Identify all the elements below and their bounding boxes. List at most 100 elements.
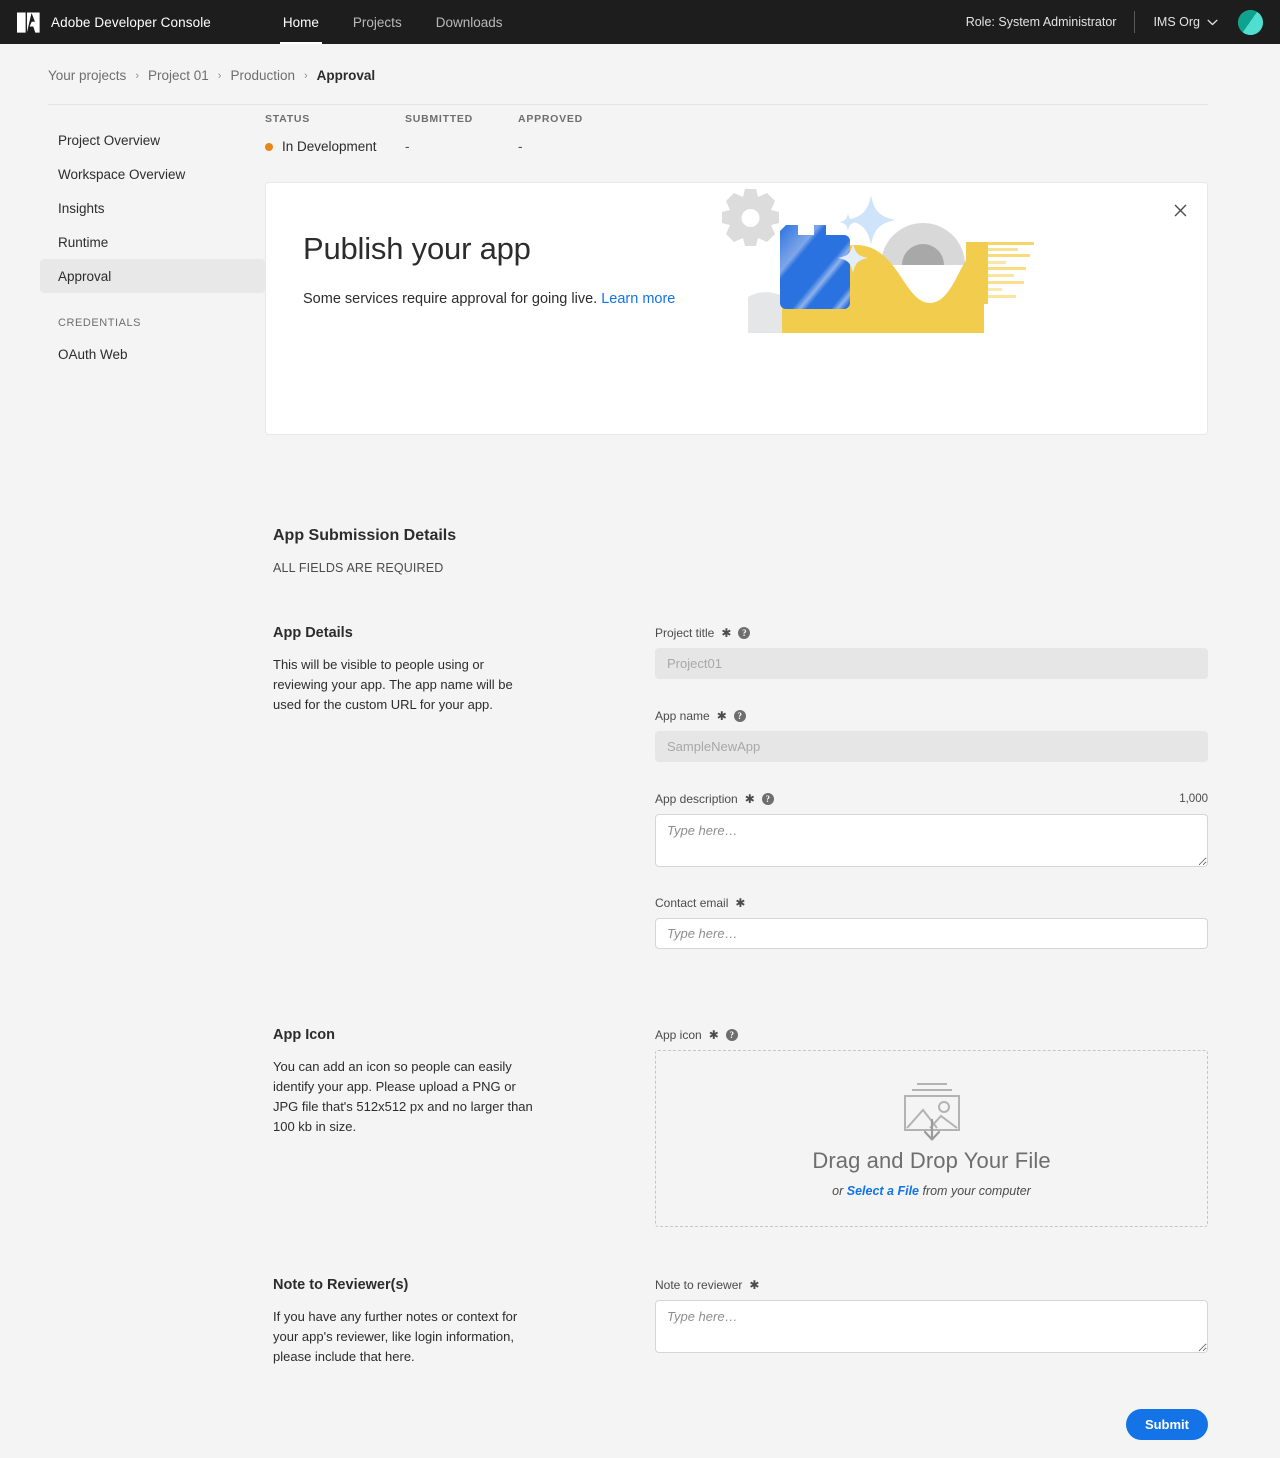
project-title-label-row: Project title ✱ ? [655, 625, 1208, 641]
banner-subtitle-text: Some services require approval for going… [303, 291, 598, 307]
contact-email-label-row: Contact email ✱ [655, 895, 1208, 911]
role-label: Role: System Administrator [965, 15, 1117, 29]
nav-item-projects[interactable]: Projects [336, 0, 419, 44]
avatar[interactable] [1238, 9, 1263, 35]
sidebar-item-approval[interactable]: Approval [40, 259, 265, 293]
help-icon[interactable]: ? [733, 710, 746, 722]
gray-quarter [748, 292, 784, 333]
status-value: In Development [265, 139, 405, 154]
nav-item-home[interactable]: Home [266, 0, 336, 44]
sidebar-item-insights[interactable]: Insights [40, 191, 265, 225]
sidebar-item-workspace-overview[interactable]: Workspace Overview [40, 157, 265, 191]
status-section: STATUS In Development SUBMITTED - APPROV… [265, 105, 1208, 154]
app-details-heading: App Details [273, 625, 353, 641]
status-column-status: STATUS In Development [265, 113, 405, 154]
banner-title: Publish your app [303, 231, 531, 266]
app-name-label: App name [655, 709, 710, 723]
close-icon[interactable] [1165, 195, 1195, 225]
app-name-field: App name ✱ ? [655, 708, 1208, 762]
sidebar: Project Overview Workspace Overview Insi… [0, 105, 265, 1458]
sidebar-item-label: Insights [58, 200, 105, 216]
contact-email-input[interactable] [655, 918, 1208, 949]
status-header-status: STATUS [265, 113, 310, 125]
sidebar-item-label: Runtime [58, 234, 109, 250]
required-fields-note: ALL FIELDS ARE REQUIRED [273, 561, 444, 575]
required-asterisk-icon: ✱ [749, 1278, 760, 1292]
required-asterisk-icon: ✱ [735, 896, 746, 910]
note-to-reviewer-row: Note to Reviewer(s) If you have any furt… [265, 1277, 1208, 1367]
sidebar-item-project-overview[interactable]: Project Overview [40, 123, 265, 157]
breadcrumb-separator: › [217, 69, 222, 82]
select-file-link[interactable]: Select a File [847, 1184, 919, 1198]
app-icon-info: App Icon You can add an icon so people c… [273, 1027, 655, 1227]
project-title-field: Project title ✱ ? [655, 625, 1208, 679]
org-selector[interactable]: IMS Org [1135, 15, 1238, 29]
app-icon-row: App Icon You can add an icon so people c… [265, 1027, 1208, 1227]
blue-block [780, 225, 850, 309]
learn-more-link[interactable]: Learn more [601, 291, 675, 307]
nav-item-home-label: Home [282, 14, 319, 30]
brand-area[interactable]: Adobe Developer Console [0, 0, 211, 44]
breadcrumb-item-approval: Approval [316, 68, 376, 83]
submitted-value: - [405, 139, 410, 154]
nav-item-downloads-label: Downloads [435, 14, 503, 30]
breadcrumb: Your projects › Project 01 › Production … [48, 68, 1208, 105]
app-details-row: App Details This will be visible to peop… [265, 625, 1208, 970]
sidebar-item-label: Project Overview [58, 132, 161, 148]
help-icon[interactable]: ? [761, 793, 774, 805]
app-description-textarea[interactable] [655, 814, 1208, 867]
app-name-input[interactable] [655, 731, 1208, 762]
org-selector-label: IMS Org [1153, 15, 1200, 29]
app-description-label-row: App description ✱ ? 1,000 [655, 791, 1208, 807]
file-dropzone[interactable]: Drag and Drop Your File or Select a File… [655, 1050, 1208, 1227]
note-reviewer-heading: Note to Reviewer(s) [273, 1277, 409, 1293]
main-content: STATUS In Development SUBMITTED - APPROV… [265, 105, 1280, 1458]
page-layout: Project Overview Workspace Overview Insi… [0, 105, 1280, 1458]
breadcrumb-item-production[interactable]: Production [230, 68, 295, 83]
app-icon-description: You can add an icon so people can easily… [273, 1059, 533, 1134]
status-value-label: In Development [282, 139, 377, 154]
submit-row: Submit [265, 1409, 1208, 1458]
help-icon[interactable]: ? [738, 627, 751, 639]
app-description-label: App description [655, 792, 738, 806]
note-reviewer-field-area: Note to reviewer ✱ [655, 1277, 1208, 1367]
project-title-input[interactable] [655, 648, 1208, 679]
sidebar-item-label: Approval [58, 268, 112, 284]
note-reviewer-textarea[interactable] [655, 1300, 1208, 1353]
app-submission-section-header: App Submission Details ALL FIELDS ARE RE… [265, 527, 1208, 575]
note-reviewer-label-row: Note to reviewer ✱ [655, 1277, 1208, 1293]
status-header-approved: APPROVED [518, 113, 583, 125]
app-icon-upload: App icon ✱ ? Drag and Drop Your File or … [655, 1027, 1208, 1227]
chevron-down-icon [1207, 19, 1218, 25]
page-title: App Submission Details [273, 527, 457, 544]
top-navigation-bar: Adobe Developer Console Home Projects Do… [0, 0, 1280, 44]
status-column-submitted: SUBMITTED - [405, 113, 518, 154]
sidebar-section-credentials: CREDENTIALS [58, 317, 142, 329]
publish-illustration [722, 189, 1034, 333]
note-reviewer-label: Note to reviewer [655, 1278, 743, 1292]
sidebar-item-oauth-web[interactable]: OAuth Web [40, 337, 265, 371]
dropzone-subtitle: or Select a File from your computer [832, 1184, 1031, 1198]
app-description-field: App description ✱ ? 1,000 [655, 791, 1208, 867]
sidebar-item-runtime[interactable]: Runtime [40, 225, 265, 259]
nav-item-projects-label: Projects [352, 14, 402, 30]
breadcrumb-item-project-01[interactable]: Project 01 [148, 68, 209, 83]
contact-email-field: Contact email ✱ [655, 895, 1208, 949]
submit-button[interactable]: Submit [1125, 1409, 1208, 1440]
breadcrumb-separator: › [304, 69, 308, 82]
app-details-fields: Project title ✱ ? App name ✱ ? [655, 625, 1208, 970]
app-details-info: App Details This will be visible to peop… [273, 625, 655, 970]
brand-title: Adobe Developer Console [51, 14, 211, 30]
help-icon[interactable]: ? [725, 1029, 738, 1041]
status-header-submitted: SUBMITTED [405, 113, 473, 125]
breadcrumb-separator: › [135, 69, 139, 82]
dropzone-title: Drag and Drop Your File [812, 1147, 1051, 1173]
adobe-logo [17, 11, 40, 33]
breadcrumb-item-your-projects[interactable]: Your projects [48, 68, 126, 83]
nav-item-downloads[interactable]: Downloads [419, 0, 520, 44]
app-details-description: This will be visible to people using or … [273, 657, 513, 712]
required-asterisk-icon: ✱ [716, 709, 727, 723]
contact-email-label: Contact email [655, 896, 729, 910]
breadcrumb-bar: Your projects › Project 01 › Production … [0, 44, 1280, 105]
app-icon-label-row: App icon ✱ ? [655, 1027, 1208, 1043]
